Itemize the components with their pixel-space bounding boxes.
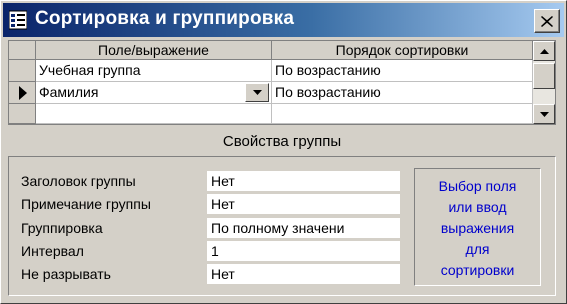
sort-order-cell[interactable]: По возрастанию (272, 82, 533, 104)
row-selector[interactable] (9, 104, 36, 124)
close-button[interactable] (534, 9, 560, 33)
scroll-up-arrow-icon (539, 48, 549, 54)
sort-order-cell[interactable] (272, 104, 533, 124)
title-bar[interactable]: Сортировка и группировка (3, 3, 564, 37)
sort-order-cell[interactable]: По возрастанию (272, 60, 533, 82)
group-footer-field[interactable]: Нет (207, 194, 400, 214)
group-on-label: Группировка (21, 220, 103, 236)
group-header-field[interactable]: Нет (207, 171, 400, 191)
row-selector-current[interactable] (9, 82, 36, 104)
field-cell-active[interactable]: Фамилия (36, 82, 272, 104)
hint-line: или ввод (448, 199, 507, 215)
keep-together-label: Не разрывать (21, 266, 111, 282)
field-cell[interactable] (36, 104, 272, 124)
group-header-label: Заголовок группы (21, 173, 136, 189)
scroll-down-arrow-icon (539, 111, 549, 117)
row-selector[interactable] (9, 60, 36, 82)
sorting-grid: Поле/выражение Порядок сортировки Учебна… (8, 40, 556, 125)
close-icon (541, 15, 553, 27)
scroll-down-button[interactable] (533, 104, 555, 124)
chevron-down-icon (252, 90, 262, 95)
scroll-thumb[interactable] (533, 63, 555, 89)
current-row-arrow-icon (19, 86, 27, 100)
help-hint-box: Выбор поля или ввод выражения для сортир… (414, 168, 541, 286)
group-on-field[interactable]: По полному значени (207, 218, 400, 238)
hint-line: сортировки (440, 262, 515, 278)
group-interval-label: Интервал (21, 243, 84, 259)
column-header-field: Поле/выражение (36, 41, 272, 60)
sorting-grouping-dialog: Сортировка и группировка Поле/выражение … (0, 0, 567, 304)
keep-together-field[interactable]: Нет (207, 264, 400, 284)
group-interval-field[interactable]: 1 (207, 241, 400, 261)
dialog-title: Сортировка и группировка (35, 8, 295, 29)
grid-corner (9, 41, 36, 60)
group-footer-label: Примечание группы (21, 196, 151, 212)
field-dropdown-button[interactable] (245, 83, 269, 102)
scroll-up-button[interactable] (533, 41, 555, 61)
grid-vertical-scrollbar[interactable] (533, 41, 555, 124)
field-cell[interactable]: Учебная группа (36, 60, 272, 82)
sorting-grouping-icon (9, 10, 27, 30)
hint-line: выражения (440, 220, 515, 236)
column-header-sort-order: Порядок сортировки (272, 41, 533, 60)
hint-line: для (465, 241, 490, 257)
hint-line: Выбор поля (438, 178, 517, 194)
group-properties-title: Свойства группы (222, 133, 342, 150)
